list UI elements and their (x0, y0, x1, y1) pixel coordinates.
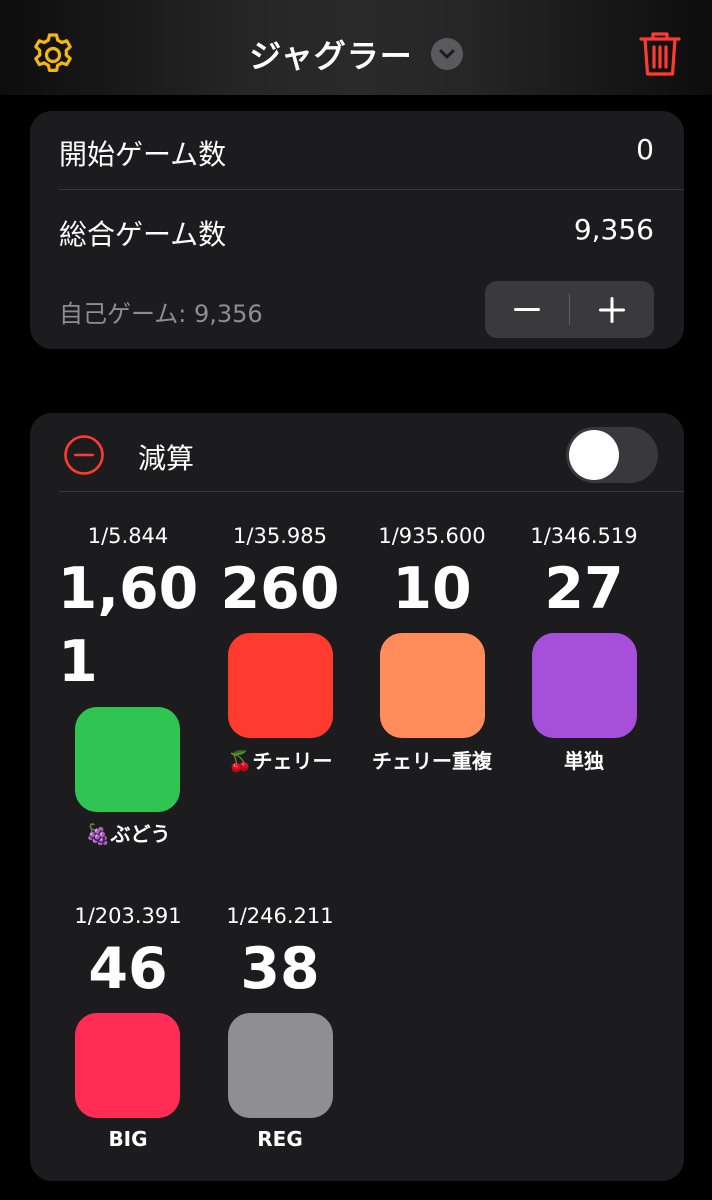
toggle-knob (569, 430, 619, 480)
games-stepper (485, 281, 654, 338)
counter-label: REG (257, 1127, 303, 1151)
counter-probability: 1/346.519 (530, 524, 638, 548)
start-games-value[interactable]: 0 (636, 133, 654, 166)
counter-probability: 1/246.211 (226, 904, 334, 928)
counter-count: 27 (544, 556, 624, 622)
trash-icon[interactable] (638, 30, 682, 78)
minus-icon (514, 307, 540, 311)
counter-count: 260 (220, 556, 340, 622)
plus-icon (599, 296, 625, 323)
divider (59, 189, 684, 190)
counter-count-wrap: 1 (58, 629, 98, 695)
counters-card: 減算 1/5.844 1,60 1 🍇ぶどう 1/35.985 260 🍒チェリ… (30, 413, 684, 1181)
counter-tile-button[interactable] (380, 633, 485, 738)
counter-label: BIG (108, 1127, 148, 1151)
counter-tile-button[interactable] (228, 633, 333, 738)
divider (59, 491, 684, 492)
counter-count: 38 (240, 936, 320, 1002)
subtract-label: 減算 (138, 442, 195, 475)
start-games-label: 開始ゲーム数 (59, 138, 227, 171)
chevron-down-icon (430, 38, 463, 70)
counter-count: 46 (88, 936, 168, 1002)
counter-probability: 1/203.391 (74, 904, 182, 928)
counter-label: 🍒チェリー (227, 749, 333, 773)
counter-tile-button[interactable] (75, 1013, 180, 1118)
decrement-button[interactable] (485, 281, 569, 338)
counter-tile-button[interactable] (532, 633, 637, 738)
increment-button[interactable] (570, 281, 654, 338)
total-games-value[interactable]: 9,356 (574, 213, 654, 246)
self-games-label: 自己ゲーム: 9,356 (59, 300, 263, 328)
counter-probability: 1/935.600 (378, 524, 486, 548)
counter-count: 10 (392, 556, 472, 622)
counter-label: チェリー重複 (372, 749, 492, 773)
total-games-label: 総合ゲーム数 (59, 218, 227, 251)
subtract-toggle[interactable] (566, 427, 658, 483)
counter-tile-button[interactable] (228, 1013, 333, 1118)
counter-label: 単独 (564, 749, 604, 773)
title-dropdown[interactable]: ジャグラー (0, 30, 712, 78)
games-card: 開始ゲーム数 0 総合ゲーム数 9,356 自己ゲーム: 9,356 (30, 111, 684, 349)
minus-circle-icon (63, 434, 105, 476)
counter-label: 🍇ぶどう (85, 822, 171, 846)
navigation-bar: ジャグラー (0, 0, 712, 95)
counter-probability: 1/35.985 (233, 524, 327, 548)
counter-count: 1,60 (57, 556, 199, 622)
page-title: ジャグラー (249, 37, 413, 75)
counter-probability: 1/5.844 (87, 524, 169, 548)
counter-tile-button[interactable] (75, 707, 180, 812)
